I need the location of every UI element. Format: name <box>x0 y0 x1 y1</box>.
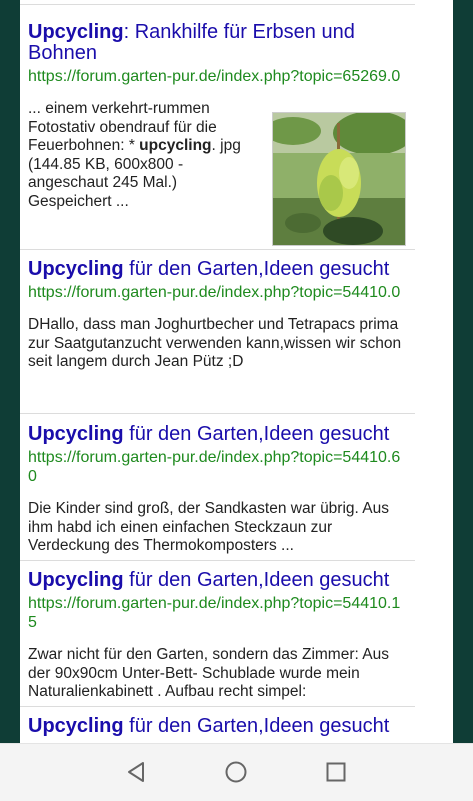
title-text: für den Garten,Ideen gesucht <box>123 715 390 737</box>
title-keyword: Upcycling <box>28 21 124 43</box>
result-url[interactable]: https://forum.garten-pur.de/index.php?to… <box>28 67 408 86</box>
result-title-link[interactable]: Upcycling für den Garten,Ideen gesucht <box>28 716 408 737</box>
snippet-keyword: upcycling <box>139 137 212 154</box>
title-text: für den Garten,Ideen gesucht <box>123 258 390 280</box>
title-text: für den Garten,Ideen gesucht <box>123 423 390 445</box>
divider <box>20 249 415 250</box>
result-url[interactable]: https://forum.garten-pur.de/index.php?to… <box>28 594 408 632</box>
result-snippet: DHallo, dass man Joghurtbecher und Tetra… <box>28 316 402 370</box>
divider <box>20 413 415 414</box>
result-snippet: Die Kinder sind groß, der Sandkasten war… <box>28 500 389 554</box>
result-title-link[interactable]: Upcycling für den Garten,Ideen gesucht <box>28 259 408 280</box>
search-result: Upcycling für den Garten,Ideen gesucht h… <box>28 570 408 702</box>
title-keyword: Upcycling <box>28 715 124 737</box>
divider <box>20 560 415 561</box>
result-thumbnail[interactable] <box>272 112 406 246</box>
divider <box>20 4 415 5</box>
back-triangle-icon[interactable] <box>122 758 150 786</box>
recents-square-icon[interactable] <box>322 758 350 786</box>
result-title-link[interactable]: Upcycling für den Garten,Ideen gesucht <box>28 570 408 591</box>
search-result: Upcycling für den Garten,Ideen gesucht <box>28 716 408 737</box>
phone-screen: Upcycling: Rankhilfe für Erbsen und Bohn… <box>0 0 473 801</box>
garden-plant-photo <box>273 113 405 245</box>
result-snippet: Zwar nicht für den Garten, sondern das Z… <box>28 646 389 700</box>
result-snippet: ... einem verkehrt-rummen Fotostativ obe… <box>28 100 260 211</box>
title-keyword: Upcycling <box>28 569 124 591</box>
title-text: für den Garten,Ideen gesucht <box>123 569 390 591</box>
result-url[interactable]: https://forum.garten-pur.de/index.php?to… <box>28 448 408 486</box>
search-result: Upcycling für den Garten,Ideen gesucht h… <box>28 424 408 556</box>
title-keyword: Upcycling <box>28 423 124 445</box>
divider <box>20 706 415 707</box>
system-navigation-bar <box>0 743 473 801</box>
result-title-link[interactable]: Upcycling für den Garten,Ideen gesucht <box>28 424 408 445</box>
search-result: Upcycling für den Garten,Ideen gesucht h… <box>28 259 408 372</box>
result-title-link[interactable]: Upcycling: Rankhilfe für Erbsen und Bohn… <box>28 22 408 64</box>
home-circle-icon[interactable] <box>222 758 250 786</box>
result-url[interactable]: https://forum.garten-pur.de/index.php?to… <box>28 283 408 302</box>
title-keyword: Upcycling <box>28 258 124 280</box>
